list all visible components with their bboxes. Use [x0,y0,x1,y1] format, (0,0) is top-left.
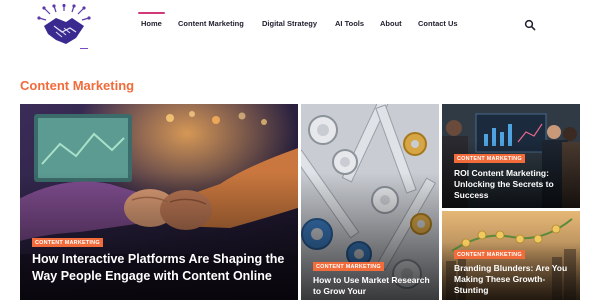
article-card-branding[interactable]: CONTENT MARKETING Branding Blunders: Are… [442,211,580,300]
search-icon[interactable] [524,18,536,31]
article-title[interactable]: How to Use Market Research to Grow Your [313,275,433,297]
category-badge[interactable]: CONTENT MARKETING [454,250,525,259]
category-badge[interactable]: CONTENT MARKETING [313,262,384,271]
nav-item-home[interactable]: Home [138,12,165,28]
nav-item-content-marketing[interactable]: Content Marketing [178,19,244,28]
article-card-featured[interactable]: CONTENT MARKETING How Interactive Platfo… [20,104,298,300]
section-title: Content Marketing [20,78,135,93]
article-title[interactable]: Branding Blunders: Are You Making These … [454,263,574,296]
nav-item-about[interactable]: About [380,19,402,28]
nav-item-contact-us[interactable]: Contact Us [418,19,458,28]
category-badge[interactable]: CONTENT MARKETING [32,238,103,247]
article-title[interactable]: ROI Content Marketing: Unlocking the Sec… [454,168,574,201]
site-header: Home Content Marketing Digital Strategy … [0,0,600,50]
nav-item-ai-tools[interactable]: AI Tools [335,19,364,28]
article-card-market-research[interactable]: CONTENT MARKETING How to Use Market Rese… [301,104,439,300]
main-nav: Home Content Marketing Digital Strategy … [0,0,600,50]
article-title[interactable]: How Interactive Platforms Are Shaping th… [32,251,290,285]
category-badge[interactable]: CONTENT MARKETING [454,154,525,163]
article-card-roi[interactable]: CONTENT MARKETING ROI Content Marketing:… [442,104,580,208]
nav-item-digital-strategy[interactable]: Digital Strategy [262,19,317,28]
